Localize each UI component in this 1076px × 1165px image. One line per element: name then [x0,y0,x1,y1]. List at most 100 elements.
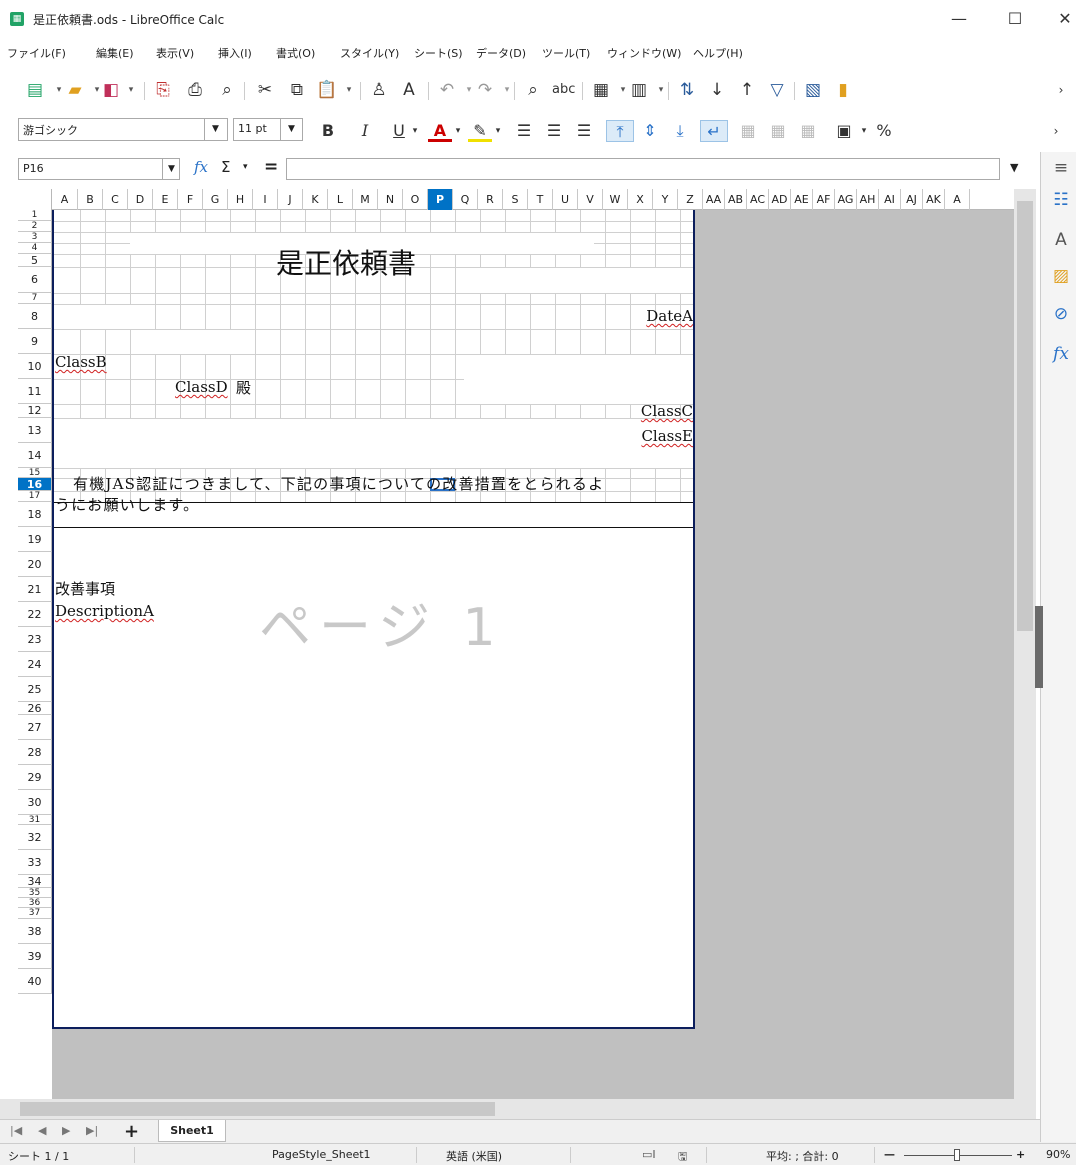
row-header-39[interactable]: 39 [18,944,52,969]
functions-icon[interactable]: fx [1049,344,1073,366]
row-header-19[interactable]: 19 [18,527,52,552]
export-pdf-icon[interactable]: ⎘ [152,79,174,101]
save-dropdown-icon[interactable]: ▾ [120,79,142,101]
class-e-field[interactable]: ClassE [641,427,693,445]
row-header-8[interactable]: 8 [18,304,52,329]
autofilter-icon[interactable]: ▽ [766,79,788,101]
language-status[interactable]: 英語 (米国) [446,1148,502,1164]
name-box[interactable]: P16 [18,158,180,180]
align-top-icon[interactable]: ⤒ [606,120,634,142]
align-center-icon[interactable]: ☰ [542,120,566,142]
last-sheet-icon[interactable]: ▶| [86,1124,98,1137]
row-header-35[interactable]: 35 [18,888,52,898]
align-right-icon[interactable]: ☰ [572,120,596,142]
column-header-t[interactable]: T [528,189,553,210]
column-header-af[interactable]: AF [813,189,835,210]
menu-insert[interactable]: 挿入(I) [218,45,252,61]
class-c-field[interactable]: ClassC [641,402,693,420]
add-sheet-button[interactable]: + [124,1121,139,1142]
paste-dropdown-icon[interactable]: ▾ [338,79,360,101]
clone-formatting-icon[interactable]: ♙ [368,79,390,101]
class-d-field[interactable]: ClassD [175,378,228,396]
column-header-ag[interactable]: AG [835,189,857,210]
row-header-33[interactable]: 33 [18,850,52,875]
highlight-dropdown-icon[interactable]: ▾ [492,120,504,142]
row-header-22[interactable]: 22 [18,602,52,627]
underline-button[interactable]: U [389,120,409,142]
paste-icon[interactable]: 📋 [316,79,338,101]
column-header-ab[interactable]: AB [725,189,747,210]
column-header-r[interactable]: R [478,189,503,210]
row-header-27[interactable]: 27 [18,715,52,740]
underline-dropdown-icon[interactable]: ▾ [409,120,421,142]
date-field[interactable]: DateA [646,307,693,325]
column-header-z[interactable]: Z [678,189,703,210]
row-header-30[interactable]: 30 [18,790,52,815]
new-document-icon[interactable]: ▤ [24,79,46,101]
expand-formula-bar-icon[interactable]: ▼ [1010,161,1018,174]
redo-icon[interactable]: ↷ [474,79,496,101]
menu-styles[interactable]: スタイル(Y) [340,45,399,61]
row-header-5[interactable]: 5 [18,254,52,267]
print-preview-icon[interactable]: ⌕ [216,79,238,101]
close-button[interactable]: ✕ [1050,6,1076,32]
maximize-button[interactable]: ☐ [1000,6,1030,32]
highlight-color-icon[interactable]: ✎ [468,120,492,142]
cut-icon[interactable]: ✂ [254,79,276,101]
undo-icon[interactable]: ↶ [436,79,458,101]
row-header-38[interactable]: 38 [18,919,52,944]
column-header-y[interactable]: Y [653,189,678,210]
row-header-34[interactable]: 34 [18,875,52,888]
spelling-icon[interactable]: abc [552,79,575,101]
menu-data[interactable]: データ(D) [476,45,526,61]
column-header-b[interactable]: B [78,189,103,210]
toolbar-overflow-icon[interactable]: › [1050,120,1062,142]
align-bottom-icon[interactable]: ⤓ [668,120,692,142]
column-header-i[interactable]: I [253,189,278,210]
zoom-slider-handle[interactable] [954,1149,960,1161]
body-text-line-1[interactable]: 有機JAS認証につきまして、下記の事項についての改善措置をとられるよ [73,473,604,494]
menu-sheet[interactable]: シート(S) [414,45,463,61]
vertical-scroll-thumb[interactable] [1017,201,1033,631]
row-header-9[interactable]: 9 [18,329,52,354]
font-name-dropdown-icon[interactable]: ▼ [204,119,226,140]
print-icon[interactable]: ⎙ [184,79,206,101]
sum-dropdown-icon[interactable]: ▾ [243,162,248,172]
row-header-14[interactable]: 14 [18,443,52,468]
sidebar-menu-icon[interactable]: ≡ [1049,158,1073,180]
row-header-29[interactable]: 29 [18,765,52,790]
insert-mode-icon[interactable]: ▭I [642,1148,656,1161]
column-header-ad[interactable]: AD [769,189,791,210]
sidebar-collapse-handle[interactable] [1035,606,1043,688]
row-header-28[interactable]: 28 [18,740,52,765]
row-header-23[interactable]: 23 [18,627,52,652]
column-header-e[interactable]: E [153,189,178,210]
column-header-h[interactable]: H [228,189,253,210]
bold-button[interactable]: B [318,120,338,142]
row-header-24[interactable]: 24 [18,652,52,677]
row-header-25[interactable]: 25 [18,677,52,702]
row-header-40[interactable]: 40 [18,969,52,994]
clear-formatting-icon[interactable]: A [398,79,420,101]
column-header-k[interactable]: K [303,189,328,210]
row-header-1[interactable]: 1 [18,210,52,221]
sort-ascending-icon[interactable]: ↓ [706,79,728,101]
row-header-3[interactable]: 3 [18,232,52,243]
column-header-a[interactable]: A [945,189,970,210]
menu-view[interactable]: 表示(V) [156,45,194,61]
row-header-2[interactable]: 2 [18,221,52,232]
section-heading[interactable]: 改善事項 [55,578,115,599]
font-color-dropdown-icon[interactable]: ▾ [452,120,464,142]
unmerge-cells-icon[interactable]: ▦ [796,120,820,142]
previous-sheet-icon[interactable]: ◀ [38,1124,46,1137]
row-header-10[interactable]: 10 [18,354,52,379]
description-field[interactable]: DescriptionA [55,602,154,620]
insert-chart-icon[interactable]: ▮ [832,79,854,101]
class-b-field[interactable]: ClassB [55,353,107,371]
row-header-32[interactable]: 32 [18,825,52,850]
save-icon[interactable]: ◧ [100,79,122,101]
column-icon[interactable]: ▥ [628,79,650,101]
row-header-36[interactable]: 36 [18,898,52,908]
column-header-ai[interactable]: AI [879,189,901,210]
column-header-d[interactable]: D [128,189,153,210]
